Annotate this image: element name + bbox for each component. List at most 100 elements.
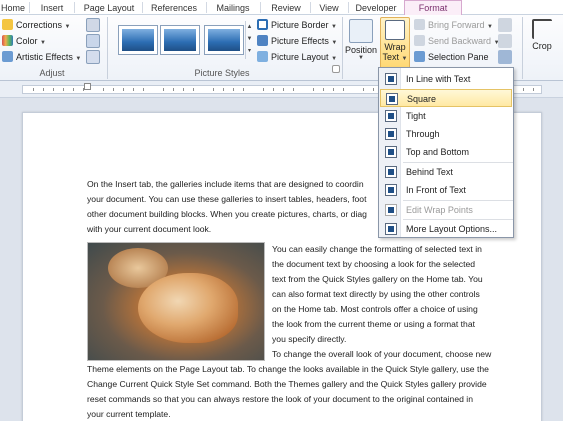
position-button[interactable]: Position ▼ xyxy=(343,17,379,67)
picture-effects-button[interactable]: Picture Effects ▼ xyxy=(257,34,337,49)
menu-item-top-bottom[interactable]: Top and Bottom xyxy=(380,143,512,161)
bring-forward-icon xyxy=(414,19,425,30)
wrap-text-icon xyxy=(385,20,405,40)
indent-marker[interactable] xyxy=(84,83,91,90)
menu-item-label: Through xyxy=(406,129,440,139)
chevron-down-icon: ▼ xyxy=(331,24,337,30)
crop-icon xyxy=(532,19,552,39)
menu-item-more-layout[interactable]: More Layout Options... xyxy=(380,220,512,238)
text-line: On the Insert tab, the galleries include… xyxy=(87,179,364,189)
tab-references[interactable]: References xyxy=(146,1,202,15)
picture-effects-icon xyxy=(257,35,268,46)
wrap-text-menu: In Line with Text Square Tight Through T… xyxy=(378,67,514,238)
chevron-down-icon: ▼ xyxy=(64,24,71,30)
chevron-down-icon: ▼ xyxy=(358,55,364,61)
adjust-group-label: Adjust xyxy=(39,68,65,78)
menu-item-in-front[interactable]: In Front of Text xyxy=(380,181,512,199)
tab-review[interactable]: Review xyxy=(266,1,306,15)
edit-wrap-points-icon xyxy=(385,204,397,216)
menu-item-label: Tight xyxy=(406,111,426,121)
picture-style-thumbnail[interactable] xyxy=(118,25,158,55)
menu-item-label: In Front of Text xyxy=(406,185,466,195)
text-line: To change the overall look of your docum… xyxy=(272,349,492,359)
change-picture-icon[interactable] xyxy=(86,34,100,48)
picture-style-thumbnail[interactable] xyxy=(204,25,244,55)
tab-separator xyxy=(74,2,75,13)
artistic-effects-button[interactable]: Artistic Effects ▼ xyxy=(2,50,81,65)
picture-border-button[interactable]: Picture Border ▼ xyxy=(257,18,337,33)
text-line: can also format text directly by using t… xyxy=(272,289,480,299)
group-icon[interactable] xyxy=(498,34,512,48)
inline-wrap-icon xyxy=(385,73,397,85)
wrap-text-label-line2: Text xyxy=(382,52,400,62)
through-wrap-icon xyxy=(385,128,397,140)
tab-view[interactable]: View xyxy=(314,1,344,15)
tab-insert[interactable]: Insert xyxy=(34,1,70,15)
text-line: You can easily change the formatting of … xyxy=(272,244,482,254)
wrap-text-button[interactable]: Wrap Text ▼ xyxy=(380,17,410,69)
cat-photo[interactable] xyxy=(87,242,265,361)
text-line: your current template. xyxy=(87,409,171,419)
corrections-button[interactable]: Corrections ▼ xyxy=(2,18,70,33)
menu-item-edit-wrap-points[interactable]: Edit Wrap Points xyxy=(380,201,512,219)
artistic-effects-label: Artistic Effects xyxy=(16,52,73,62)
menu-item-inline[interactable]: In Line with Text xyxy=(380,70,512,88)
group-separator xyxy=(522,17,523,79)
send-backward-icon xyxy=(414,35,425,46)
sun-icon xyxy=(2,19,13,30)
bring-forward-button[interactable]: Bring Forward ▼ xyxy=(414,18,493,33)
picture-styles-group-label: Picture Styles xyxy=(194,68,250,78)
reset-picture-icon[interactable] xyxy=(86,50,100,64)
text-line: you specify directly. xyxy=(272,334,347,344)
picture-border-label: Picture Border xyxy=(271,20,329,30)
in-front-text-icon xyxy=(385,184,397,196)
tab-format[interactable]: Format xyxy=(404,0,462,15)
rotate-icon[interactable] xyxy=(498,50,512,64)
menu-item-behind-text[interactable]: Behind Text xyxy=(380,163,512,181)
tab-page-layout[interactable]: Page Layout xyxy=(80,1,138,15)
menu-item-through[interactable]: Through xyxy=(380,125,512,143)
crop-button[interactable]: Crop xyxy=(527,17,557,67)
color-label: Color xyxy=(16,36,38,46)
picture-layout-icon xyxy=(257,51,268,62)
bring-forward-label: Bring Forward xyxy=(428,20,485,30)
top-bottom-wrap-icon xyxy=(385,146,397,158)
tab-developer[interactable]: Developer xyxy=(352,1,400,15)
text-line: the document text by choosing a look for… xyxy=(272,259,476,269)
tab-separator xyxy=(260,2,261,13)
ribbon-tabs: Home Insert Page Layout References Maili… xyxy=(0,0,563,15)
send-backward-button[interactable]: Send Backward ▼ xyxy=(414,34,500,49)
position-label: Position xyxy=(344,45,378,55)
square-wrap-icon xyxy=(386,93,398,105)
gallery-scroll[interactable]: ▲ ▼ ▾ xyxy=(245,21,253,59)
tab-mailings[interactable]: Mailings xyxy=(210,1,256,15)
picture-style-thumbnail[interactable] xyxy=(160,25,200,55)
menu-item-label: Square xyxy=(407,94,437,104)
text-line: Theme elements on the Page Layout tab. T… xyxy=(87,364,489,374)
text-line: other document building blocks. When you… xyxy=(87,209,367,219)
color-button[interactable]: Color ▼ xyxy=(2,34,46,49)
group-separator xyxy=(107,17,108,79)
chevron-down-icon: ▼ xyxy=(40,40,46,46)
chevron-down-icon: ▼ xyxy=(487,24,493,30)
text-line: Change Current Quick Style Set command. … xyxy=(87,379,487,389)
menu-item-tight[interactable]: Tight xyxy=(380,107,512,125)
tight-wrap-icon xyxy=(385,110,397,122)
compress-pictures-icon[interactable] xyxy=(86,18,100,32)
text-line: with your current document look. xyxy=(87,224,212,234)
paragraph-insert-tab: On the Insert tab, the galleries include… xyxy=(87,177,367,237)
tab-home[interactable]: Home xyxy=(0,1,26,15)
tab-separator xyxy=(310,2,311,13)
selection-pane-icon xyxy=(414,51,425,62)
dialog-launcher-icon[interactable] xyxy=(332,65,340,73)
align-icon[interactable] xyxy=(498,18,512,32)
text-line: your document. You can use these galleri… xyxy=(87,194,367,204)
tab-separator xyxy=(142,2,143,13)
text-line: on the Home tab. Most controls offer a c… xyxy=(272,304,478,314)
paragraph-theme: Theme elements on the Page Layout tab. T… xyxy=(87,362,489,421)
menu-item-label: In Line with Text xyxy=(406,74,471,84)
selection-pane-button[interactable]: Selection Pane xyxy=(414,50,489,65)
picture-layout-button[interactable]: Picture Layout ▼ xyxy=(257,50,337,65)
menu-item-square[interactable]: Square xyxy=(380,89,512,107)
menu-item-label: Top and Bottom xyxy=(406,147,470,157)
